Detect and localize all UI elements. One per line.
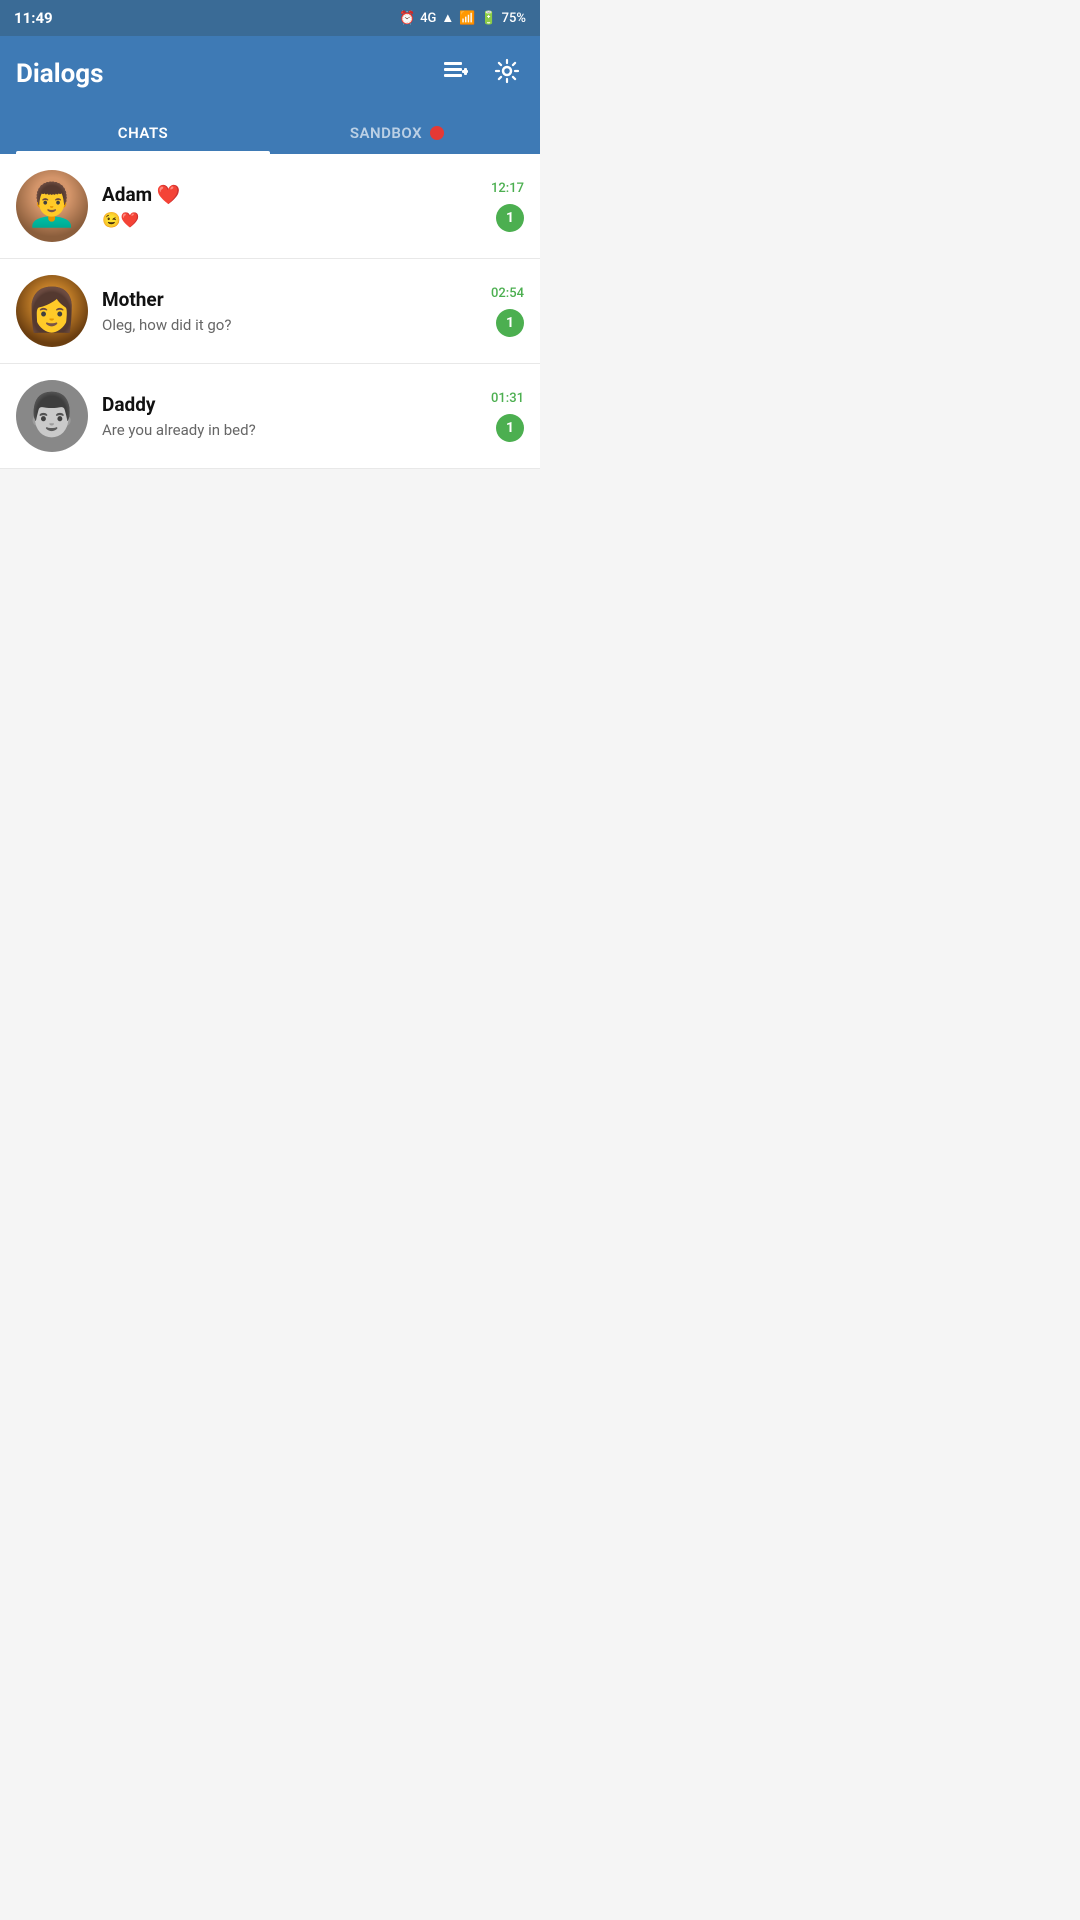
battery-icon: 🔋 [480, 11, 496, 26]
header: Dialogs CHATS [0, 36, 540, 154]
chat-item-daddy[interactable]: Daddy Are you already in bed? 01:31 1 [0, 364, 540, 469]
compose-icon [442, 58, 468, 84]
chat-meta-adam: 12:17 1 [491, 181, 524, 232]
avatar-mother [16, 275, 88, 347]
chat-time-mother: 02:54 [491, 286, 524, 301]
chat-name-mother: Mother [102, 288, 477, 311]
settings-button[interactable] [490, 54, 524, 94]
chat-time-daddy: 01:31 [491, 391, 524, 406]
chat-time-adam: 12:17 [491, 181, 524, 196]
header-actions [438, 54, 524, 94]
sandbox-notification-dot [430, 126, 444, 140]
chat-item-adam[interactable]: Adam ❤️ 😉❤️ 12:17 1 [0, 154, 540, 259]
status-time: 11:49 [14, 9, 53, 27]
chat-content-mother: Mother Oleg, how did it go? [102, 288, 477, 334]
network-label: 4G [420, 11, 436, 26]
avatar-daddy [16, 380, 88, 452]
tabs-bar: CHATS SANDBOX [16, 112, 524, 154]
chat-content-adam: Adam ❤️ 😉❤️ [102, 183, 477, 229]
chat-list: Adam ❤️ 😉❤️ 12:17 1 Mother Oleg, how did… [0, 154, 540, 469]
chat-name-adam: Adam ❤️ [102, 183, 477, 206]
chat-meta-daddy: 01:31 1 [491, 391, 524, 442]
signal-x-icon: 📶 [459, 11, 475, 26]
chat-preview-daddy: Are you already in bed? [102, 421, 477, 439]
unread-badge-mother: 1 [496, 309, 524, 337]
signal-icon: ▲ [441, 10, 454, 26]
unread-badge-adam: 1 [496, 204, 524, 232]
chat-content-daddy: Daddy Are you already in bed? [102, 393, 477, 439]
page-title: Dialogs [16, 59, 103, 89]
tab-chats[interactable]: CHATS [16, 112, 270, 154]
alarm-icon: ⏰ [399, 11, 415, 26]
chat-preview-adam: 😉❤️ [102, 211, 477, 229]
unread-badge-daddy: 1 [496, 414, 524, 442]
avatar-adam [16, 170, 88, 242]
status-indicators: ⏰ 4G ▲ 📶 🔋 75% [399, 10, 526, 26]
status-bar: 11:49 ⏰ 4G ▲ 📶 🔋 75% [0, 0, 540, 36]
chat-preview-mother: Oleg, how did it go? [102, 316, 477, 334]
gear-icon [494, 58, 520, 84]
chat-meta-mother: 02:54 1 [491, 286, 524, 337]
battery-percent: 75% [502, 11, 526, 26]
compose-button[interactable] [438, 54, 472, 94]
chat-item-mother[interactable]: Mother Oleg, how did it go? 02:54 1 [0, 259, 540, 364]
tab-sandbox[interactable]: SANDBOX [270, 112, 524, 154]
chat-name-daddy: Daddy [102, 393, 477, 416]
